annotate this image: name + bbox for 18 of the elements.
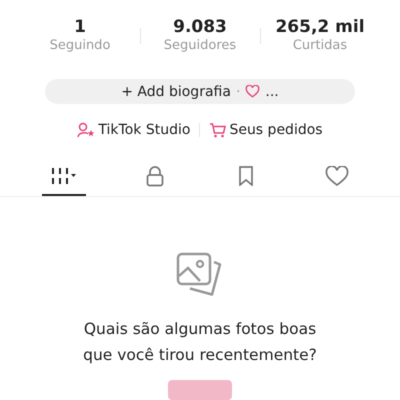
- empty-state-message: Quais são algumas fotos boas que você tirou recentemente?: [82, 319, 318, 366]
- profile-link[interactable]: TikTok Studio: [77, 122, 190, 138]
- stat-value: 1: [74, 17, 86, 37]
- bookmark-icon: [238, 166, 254, 186]
- lock-icon: [146, 166, 164, 186]
- person-star-icon: [77, 122, 96, 138]
- heart-icon: [245, 85, 260, 98]
- stat-value: 9.083: [173, 17, 227, 37]
- stat-label: Seguidores: [164, 37, 236, 55]
- stat-value: 265,2 mil: [275, 17, 365, 37]
- profile-link[interactable]: Seus pedidos: [209, 122, 323, 138]
- grid-icon: [50, 167, 76, 185]
- stat-label: Seguindo: [50, 37, 110, 55]
- add-bio-button[interactable]: + Add biografia · ...: [45, 79, 355, 104]
- stat-label: Curtidas: [292, 37, 348, 55]
- heart-icon: [324, 166, 348, 186]
- cart-icon: [209, 122, 226, 138]
- photos-icon: [176, 252, 224, 298]
